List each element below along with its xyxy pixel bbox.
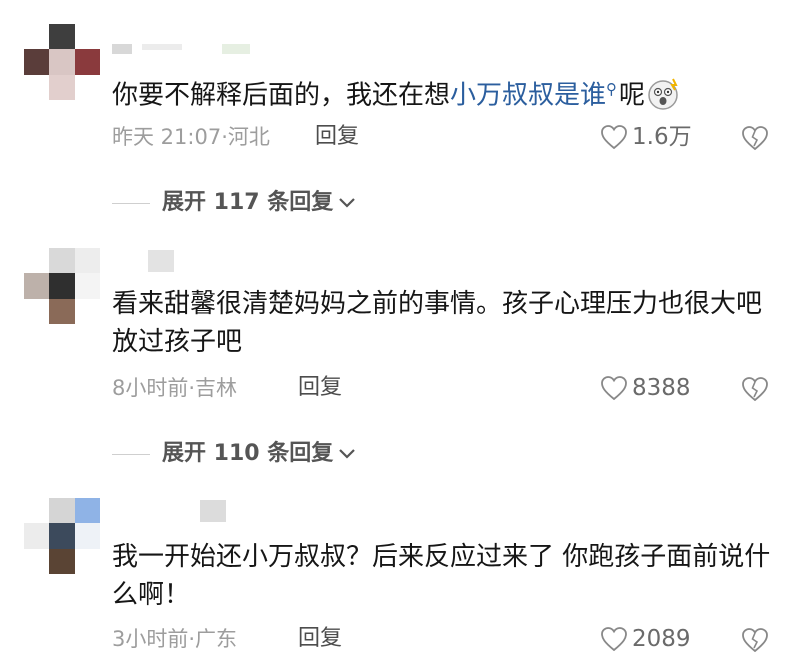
comment-text: 我一开始还小万叔叔？后来反应过来了 你跑孩子面前说什么啊！	[112, 542, 771, 610]
divider	[112, 453, 150, 455]
avatar[interactable]	[24, 24, 100, 100]
search-link[interactable]: 小万叔叔是谁	[450, 81, 606, 111]
timestamp-location: 8小时前·吉林	[112, 376, 238, 400]
like-count: 8388	[632, 375, 691, 401]
reply-button[interactable]: 回复	[298, 624, 342, 654]
username-blurred[interactable]	[112, 44, 252, 54]
broken-heart-icon[interactable]	[740, 626, 770, 654]
timestamp-location: 3小时前·广东	[112, 627, 238, 651]
username-blurred[interactable]	[148, 250, 178, 272]
reply-button[interactable]: 回复	[315, 122, 359, 152]
avatar[interactable]	[24, 498, 100, 574]
username-blurred[interactable]	[200, 500, 230, 522]
comment-text: 你要不解释后面的，我还在想小万叔叔是谁⚲呢	[112, 70, 772, 115]
heart-outline-icon	[601, 627, 627, 652]
reply-button[interactable]: 回复	[298, 373, 342, 403]
chevron-down-icon	[339, 449, 356, 459]
comment-text: 看来甜馨很清楚妈妈之前的事情。孩子心理压力也很大吧 放过孩子吧	[112, 289, 763, 357]
heart-outline-icon	[601, 125, 627, 150]
like-button[interactable]: 2089	[600, 624, 691, 654]
search-icon[interactable]: ⚲	[606, 80, 617, 98]
avatar[interactable]	[24, 248, 100, 324]
like-count: 2089	[632, 626, 691, 652]
heart-outline-icon	[601, 376, 627, 401]
chevron-down-icon	[339, 198, 356, 208]
divider	[112, 202, 150, 204]
broken-heart-icon[interactable]	[740, 124, 770, 152]
like-count: 1.6万	[632, 124, 692, 150]
expand-replies-button[interactable]: 展开 117 条回复	[112, 188, 357, 218]
like-button[interactable]: 1.6万	[600, 122, 692, 152]
timestamp-location: 昨天 21:07·河北	[112, 125, 270, 149]
broken-heart-icon[interactable]	[740, 375, 770, 403]
like-button[interactable]: 8388	[600, 373, 691, 403]
shocked-face-emoji	[648, 78, 678, 110]
expand-replies-button[interactable]: 展开 110 条回复	[112, 439, 357, 469]
